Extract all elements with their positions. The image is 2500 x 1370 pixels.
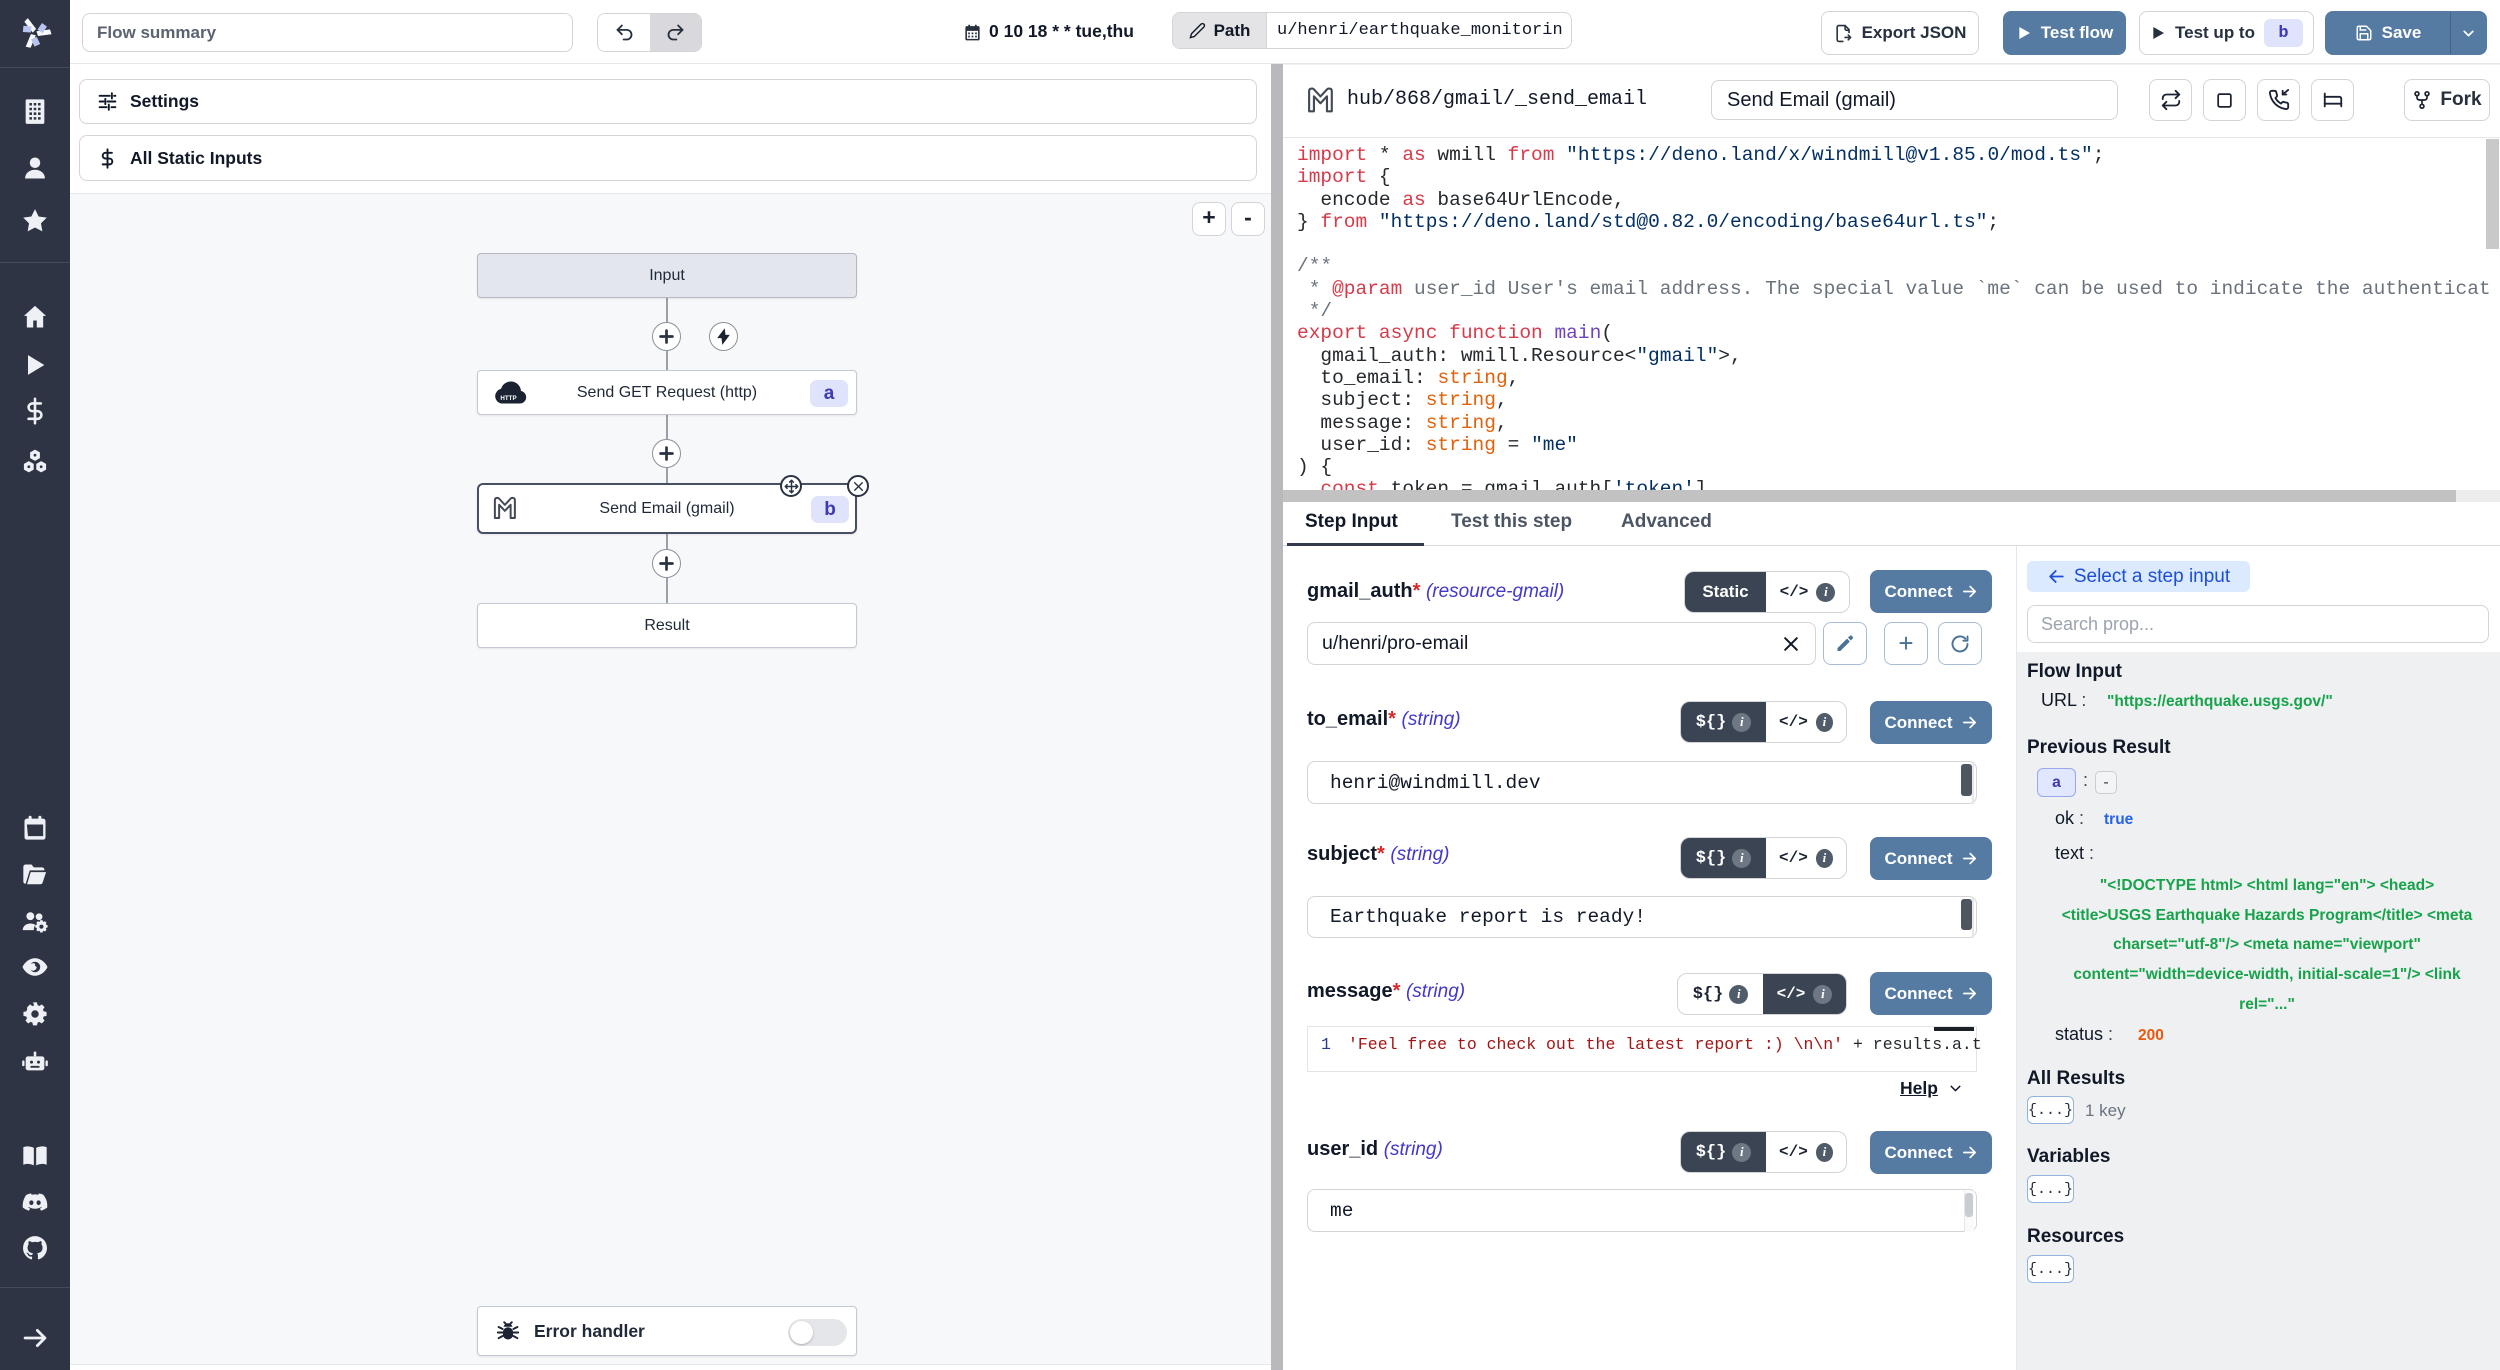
svg-text:HTTP: HTTP [500,395,516,402]
